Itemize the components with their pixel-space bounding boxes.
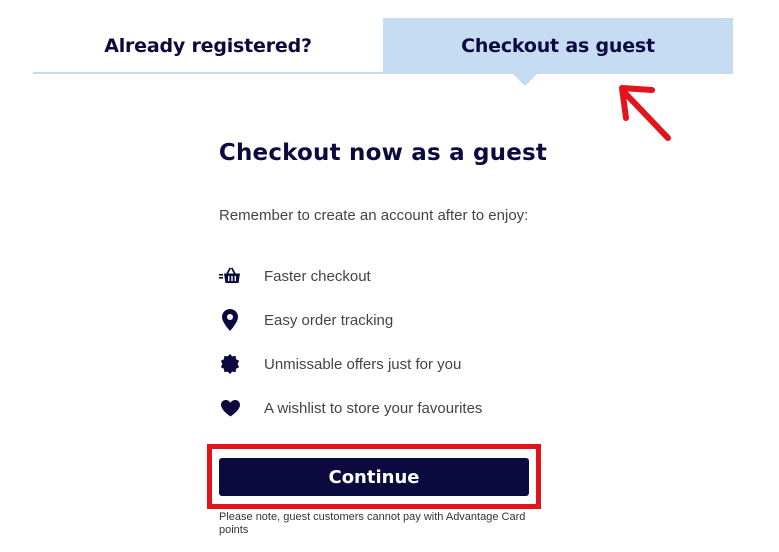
tab-already-registered[interactable]: Already registered?	[33, 18, 383, 74]
tabs-divider	[33, 72, 733, 74]
annotation-arrow-icon	[619, 85, 671, 141]
checkout-tabs: Already registered? Checkout as guest	[33, 18, 733, 74]
benefit-label: A wishlist to store your favourites	[264, 400, 483, 417]
tab-checkout-as-guest[interactable]: Checkout as guest	[383, 18, 733, 74]
list-item: Faster checkout	[219, 264, 482, 308]
benefits-list: Faster checkout Easy order tracking Unmi…	[219, 264, 482, 440]
list-item: Easy order tracking	[219, 308, 482, 352]
benefit-label: Unmissable offers just for you	[264, 356, 462, 373]
active-tab-pointer	[511, 72, 539, 86]
basket-icon	[219, 265, 241, 287]
offer-badge-icon	[219, 353, 241, 375]
guest-payment-note: Please note, guest customers cannot pay …	[219, 511, 526, 536]
list-item: Unmissable offers just for you	[219, 352, 482, 396]
benefit-label: Easy order tracking	[264, 312, 394, 329]
benefits-intro: Remember to create an account after to e…	[219, 207, 529, 224]
benefit-label: Faster checkout	[264, 268, 371, 285]
continue-button[interactable]: Continue	[219, 458, 529, 496]
heart-icon	[219, 397, 241, 419]
list-item: A wishlist to store your favourites	[219, 396, 482, 440]
location-pin-icon	[219, 309, 241, 331]
page-title: Checkout now as a guest	[218, 140, 548, 166]
